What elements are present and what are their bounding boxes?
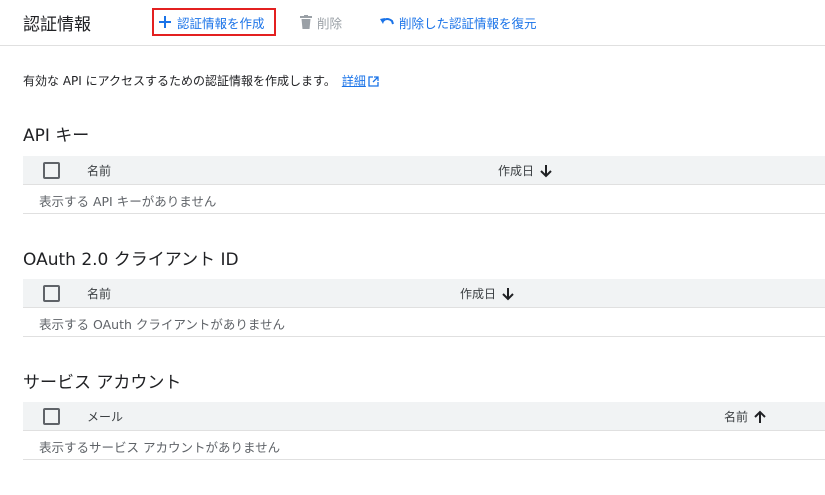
page-title: 認証情報: [23, 15, 91, 35]
empty-message: 表示する API キーがありません: [39, 194, 217, 209]
empty-message: 表示するサービス アカウントがありません: [39, 440, 281, 455]
table-header: 名前 作成日: [23, 156, 825, 185]
arrow-down-icon: [502, 287, 514, 300]
undo-icon: [380, 18, 394, 25]
select-all-checkbox[interactable]: [43, 162, 60, 179]
trash-icon: [300, 15, 312, 29]
create-credentials-button[interactable]: 認証情報を作成: [152, 8, 276, 36]
arrow-down-icon: [540, 164, 552, 177]
select-all-checkbox[interactable]: [43, 408, 60, 425]
restore-deleted-button[interactable]: 削除した認証情報を復元: [380, 8, 537, 36]
column-header-name[interactable]: 名前: [724, 408, 766, 425]
section-title-oauth: OAuth 2.0 クライアント ID: [23, 250, 239, 270]
toolbar: 認証情報 認証情報を作成 削除 削除した認証情報を復元: [0, 0, 825, 46]
column-header-created[interactable]: 作成日: [498, 162, 552, 179]
empty-message: 表示する OAuth クライアントがありません: [39, 317, 285, 332]
service-accounts-table: メール 名前 表示するサービス アカウントがありません: [23, 402, 825, 460]
restore-label: 削除した認証情報を復元: [399, 15, 537, 31]
intro-description: 有効な API にアクセスするための認証情報を作成します。: [23, 74, 336, 88]
plus-icon: [159, 16, 171, 28]
oauth-clients-table: 名前 作成日 表示する OAuth クライアントがありません: [23, 279, 825, 337]
column-header-created[interactable]: 作成日: [460, 285, 514, 302]
column-header-email[interactable]: メール: [87, 408, 123, 425]
column-header-name[interactable]: 名前: [87, 162, 111, 179]
table-header: メール 名前: [23, 402, 825, 431]
empty-row: 表示する OAuth クライアントがありません: [23, 308, 825, 337]
empty-row: 表示するサービス アカウントがありません: [23, 431, 825, 460]
section-title-api-keys: API キー: [23, 126, 90, 146]
delete-button[interactable]: 削除: [300, 8, 342, 36]
intro-text: 有効な API にアクセスするための認証情報を作成します。 詳細: [23, 72, 379, 89]
learn-more-label: 詳細: [341, 74, 366, 88]
delete-label: 削除: [317, 15, 343, 31]
create-credentials-label: 認証情報を作成: [177, 15, 265, 31]
column-header-name-label: 名前: [724, 410, 749, 424]
learn-more-link[interactable]: 詳細: [342, 74, 366, 88]
api-keys-table: 名前 作成日 表示する API キーがありません: [23, 156, 825, 214]
column-header-created-label: 作成日: [460, 287, 497, 301]
column-header-name[interactable]: 名前: [87, 285, 111, 302]
section-title-service-accounts: サービス アカウント: [23, 373, 182, 393]
arrow-up-icon: [754, 410, 766, 423]
select-all-checkbox[interactable]: [43, 285, 60, 302]
external-link-icon: [368, 76, 379, 87]
column-header-created-label: 作成日: [498, 164, 535, 178]
empty-row: 表示する API キーがありません: [23, 185, 825, 214]
table-header: 名前 作成日: [23, 279, 825, 308]
